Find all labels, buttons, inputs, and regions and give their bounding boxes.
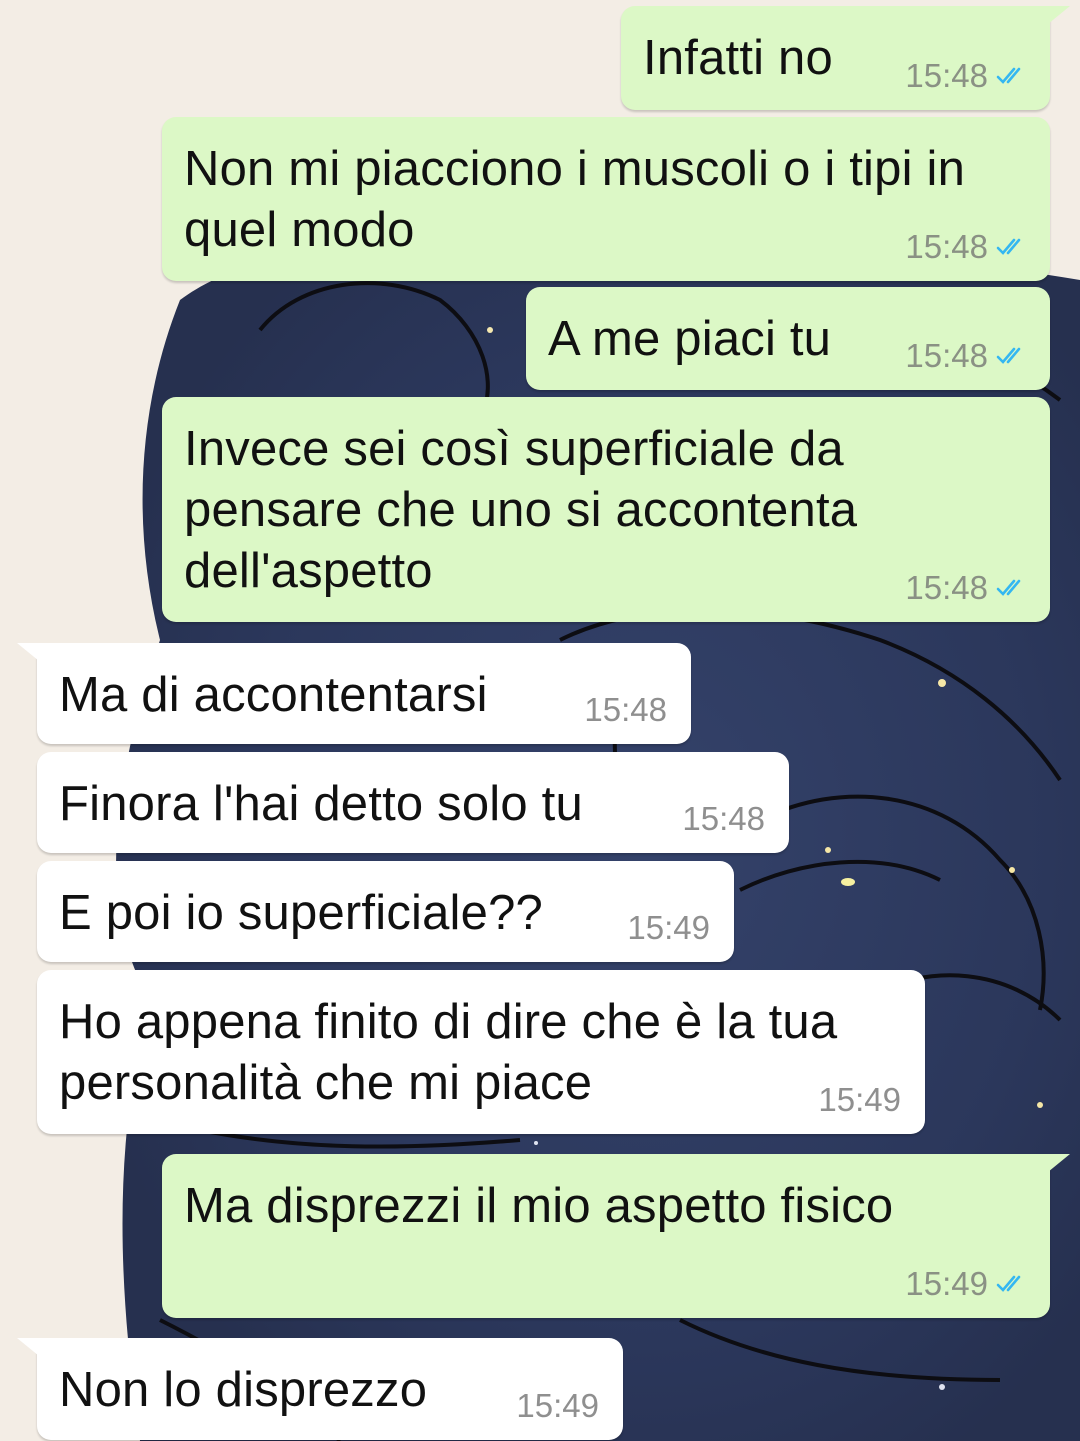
- read-ticks-icon: [996, 238, 1021, 255]
- message-bubble-incoming[interactable]: Finora l'hai detto solo tu 15:48: [37, 752, 789, 853]
- message-meta: 15:49: [627, 908, 710, 948]
- message-meta: 15:48: [905, 336, 1028, 376]
- message-meta: 15:49: [905, 1264, 1028, 1304]
- read-ticks-icon: [996, 67, 1021, 84]
- message-time: 15:48: [584, 691, 667, 728]
- message-time: 15:48: [905, 569, 988, 606]
- message-bubble-outgoing[interactable]: Non mi piacciono i muscoli o i tipi in q…: [162, 117, 1050, 281]
- message-bubble-outgoing[interactable]: Ma disprezzi il mio aspetto fisico 15:49: [162, 1154, 1070, 1318]
- message-time: 15:48: [682, 800, 765, 837]
- message-time: 15:49: [905, 1265, 988, 1302]
- read-ticks-icon: [996, 579, 1021, 596]
- message-meta: 15:48: [905, 227, 1028, 267]
- message-text: E poi io superficiale??: [59, 886, 544, 940]
- message-bubble-outgoing[interactable]: Infatti no 15:48: [621, 6, 1070, 110]
- read-ticks-icon: [996, 1275, 1021, 1292]
- message-time: 15:48: [905, 337, 988, 374]
- message-bubble-incoming[interactable]: E poi io superficiale?? 15:49: [37, 861, 734, 962]
- message-bubble-outgoing[interactable]: Invece sei così superficiale da pensare …: [162, 397, 1050, 622]
- message-meta: 15:48: [905, 56, 1028, 96]
- message-text: Invece sei così superficiale da pensare …: [184, 422, 872, 598]
- message-bubble-incoming[interactable]: Non lo disprezzo 15:49: [17, 1338, 623, 1440]
- message-text: Ho appena finito di dire che è la tua pe…: [59, 995, 852, 1110]
- read-ticks-icon: [996, 347, 1021, 364]
- message-text: Finora l'hai detto solo tu: [59, 777, 583, 831]
- message-meta: 15:49: [516, 1386, 599, 1426]
- message-time: 15:49: [818, 1081, 901, 1118]
- message-bubble-outgoing[interactable]: A me piaci tu 15:48: [526, 287, 1050, 390]
- message-meta: 15:48: [584, 690, 667, 730]
- chat-thread[interactable]: Infatti no 15:48 Non mi piacciono i musc…: [0, 0, 1080, 1441]
- message-time: 15:48: [905, 228, 988, 265]
- message-time: 15:49: [627, 909, 710, 946]
- message-text: Ma di accontentarsi: [59, 668, 488, 722]
- message-bubble-incoming[interactable]: Ma di accontentarsi 15:48: [17, 643, 691, 744]
- message-text: Non mi piacciono i muscoli o i tipi in q…: [184, 142, 979, 257]
- message-meta: 15:49: [818, 1080, 901, 1120]
- message-meta: 15:48: [905, 568, 1028, 608]
- message-bubble-incoming[interactable]: Ho appena finito di dire che è la tua pe…: [37, 970, 925, 1134]
- message-time: 15:48: [905, 57, 988, 94]
- message-meta: 15:48: [682, 799, 765, 839]
- message-text: Ma disprezzi il mio aspetto fisico: [184, 1179, 894, 1233]
- message-time: 15:49: [516, 1387, 599, 1424]
